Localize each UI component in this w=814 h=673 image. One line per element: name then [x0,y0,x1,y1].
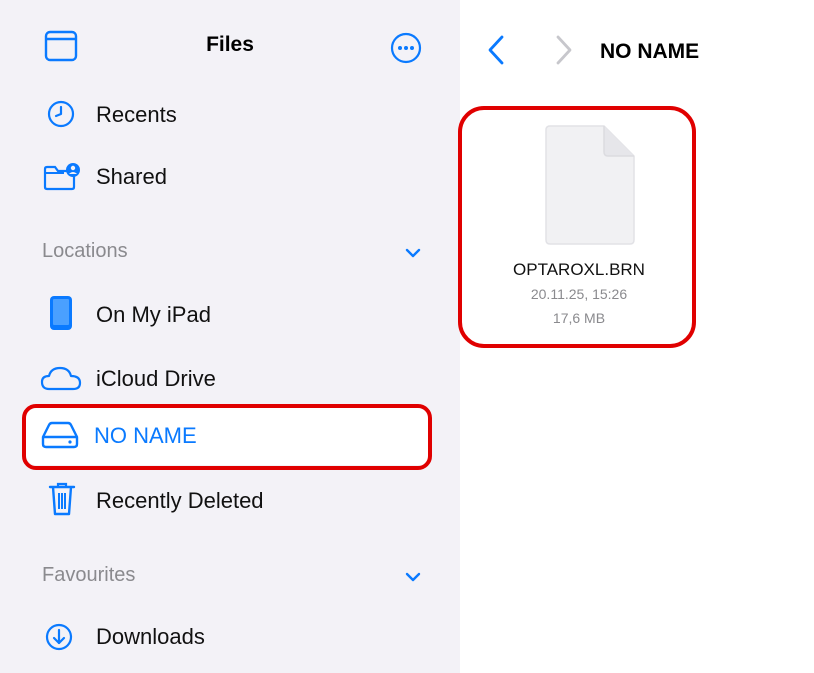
section-label: Locations [42,240,128,262]
cloud-icon [40,366,82,391]
sidebar-item-recently-deleted[interactable]: Recently Deleted [0,480,460,520]
sidebar-item-label: On My iPad [96,302,211,327]
chevron-down-icon[interactable] [404,246,422,260]
sidebar-item-label: Recently Deleted [96,488,264,513]
sidebar-item-on-my-ipad[interactable]: On My iPad [0,294,460,334]
highlight-box-file [458,106,696,348]
download-icon [45,623,73,651]
sidebar-item-label: iCloud Drive [96,366,216,391]
shared-folder-icon [43,163,80,191]
trash-icon [48,482,76,516]
sidebar-item-label: Recents [96,102,177,127]
sidebar-item-downloads[interactable]: Downloads [0,618,460,658]
sidebar-item-icloud-drive[interactable]: iCloud Drive [0,358,460,398]
sidebar-item-recents[interactable]: Recents [0,96,460,136]
sidebar: Files Recents Shared Locations On My iPa… [0,0,460,673]
sidebar-item-shared[interactable]: Shared [0,158,460,198]
section-label: Favourites [42,564,136,586]
favourites-section-header[interactable]: Favourites [0,560,460,592]
sidebar-item-label: Shared [96,164,167,189]
folder-title: NO NAME [600,40,700,63]
clock-icon [47,100,75,128]
back-chevron-icon[interactable] [486,34,506,66]
highlight-box-sidebar [22,404,432,470]
chevron-down-icon[interactable] [404,570,422,584]
locations-section-header[interactable]: Locations [0,236,460,268]
sidebar-item-label: Downloads [96,624,205,649]
main-content: NO NAME OPTAROXL.BRN 20.11.25, 15:26 17,… [458,0,814,673]
more-options-icon[interactable] [390,32,422,64]
forward-chevron-icon[interactable] [554,34,574,66]
ipad-icon [50,296,72,330]
